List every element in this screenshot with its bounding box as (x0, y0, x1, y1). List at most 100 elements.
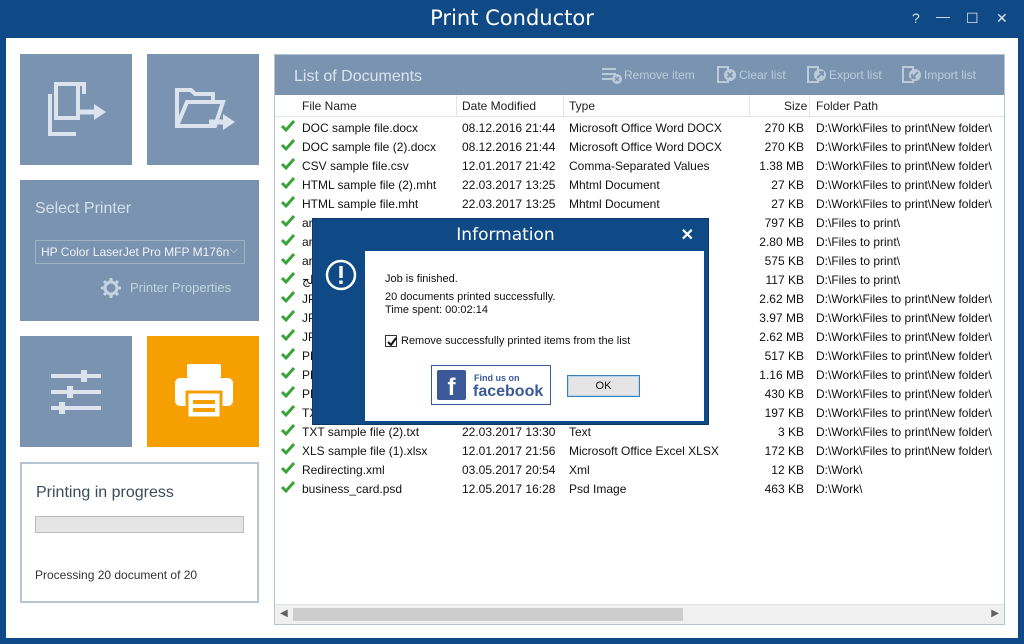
success-check-icon (281, 234, 295, 247)
horizontal-scrollbar[interactable]: ◀ ▶ (275, 604, 1004, 624)
success-check-icon (281, 139, 295, 152)
maximize-button[interactable]: ☐ (966, 10, 979, 26)
column-divider[interactable] (749, 95, 750, 117)
facebook-find-us-text: Find us on (474, 373, 520, 383)
cell-size: 797 KB (764, 216, 804, 230)
success-check-icon (281, 481, 295, 494)
cell-folder-path: D:\Work\Files to print\New folder\ (816, 349, 992, 363)
column-header-type[interactable]: Type (569, 99, 595, 113)
cell-file-name: DOC sample file (2).docx (302, 140, 437, 154)
cell-size: 1.16 MB (759, 368, 804, 382)
minimize-button[interactable]: — (936, 8, 950, 24)
success-check-icon (281, 253, 295, 266)
success-check-icon (281, 329, 295, 342)
facebook-logo-icon: f (437, 370, 466, 400)
success-check-icon (281, 348, 295, 361)
progress-bar (35, 516, 244, 533)
table-row[interactable]: Redirecting.xml 03.05.2017 20:54 Xml 12 KB D… (275, 460, 1004, 479)
column-divider[interactable] (809, 95, 810, 117)
cell-date-modified: 08.12.2016 21:44 (462, 140, 556, 154)
cell-folder-path: D:\Work\Files to print\New folder\ (816, 140, 992, 154)
import-list-label: Import list (924, 68, 977, 82)
column-divider[interactable] (563, 95, 564, 117)
cell-file-name: Redirecting.xml (302, 463, 385, 477)
cell-size: 27 KB (771, 178, 804, 192)
chevron-down-icon: ⌵ (229, 244, 238, 256)
table-row[interactable]: DOC sample file.docx 08.12.2016 21:44 Micr… (275, 118, 1004, 137)
facebook-wordmark: facebook (473, 383, 544, 400)
scroll-left-arrow-icon[interactable]: ◀ (280, 608, 288, 619)
printer-select[interactable]: HP Color LaserJet Pro MFP M176n ⌵ (35, 240, 245, 264)
cell-size: 3 KB (777, 425, 804, 439)
checkbox-box[interactable] (385, 335, 397, 348)
close-button[interactable]: ✕ (996, 10, 1008, 26)
remove-printed-checkbox[interactable]: Remove successfully printed items from t… (385, 335, 631, 348)
cell-folder-path: D:\Files to print\ (816, 235, 901, 249)
cell-date-modified: 22.03.2017 13:30 (462, 425, 556, 439)
cell-type: Microsoft Office Excel XLSX (569, 444, 719, 458)
column-header-name[interactable]: File Name (302, 99, 357, 113)
cell-file-name: HTML sample file (2).mht (302, 178, 437, 192)
column-header-path[interactable]: Folder Path (816, 99, 878, 113)
cell-folder-path: D:\Files to print\ (816, 273, 901, 287)
cell-size: 2.62 MB (759, 292, 804, 306)
printer-icon (175, 364, 233, 420)
success-check-icon (281, 158, 295, 171)
import-list-button[interactable]: Import list (902, 66, 976, 84)
start-printing-button[interactable] (147, 336, 259, 447)
clear-list-icon (717, 66, 736, 83)
facebook-button[interactable]: f Find us on facebook (431, 365, 551, 405)
column-header-size[interactable]: Size (784, 99, 807, 113)
printer-select-value: HP Color LaserJet Pro MFP M176n (41, 245, 230, 259)
add-folder-button[interactable] (147, 54, 259, 165)
column-header-date[interactable]: Date Modified (462, 99, 536, 113)
cell-size: 575 KB (764, 254, 804, 268)
checkbox-label: Remove successfully printed items from t… (401, 335, 631, 347)
clear-list-button[interactable]: Clear list (717, 66, 786, 84)
cell-type: Microsoft Office Word DOCX (569, 140, 722, 154)
success-check-icon (281, 405, 295, 418)
cell-folder-path: D:\Files to print\ (816, 216, 901, 230)
scroll-right-arrow-icon[interactable]: ▶ (991, 608, 999, 619)
progress-status: Processing 20 document of 20 (35, 568, 198, 582)
progress-title: Printing in progress (36, 484, 174, 501)
settings-button[interactable] (20, 336, 132, 447)
add-documents-button[interactable] (20, 54, 132, 165)
cell-size: 517 KB (764, 349, 804, 363)
cell-file-name: DOC sample file.docx (302, 121, 419, 135)
scrollbar-thumb[interactable] (293, 608, 683, 621)
success-check-icon (281, 196, 295, 209)
dialog-close-button[interactable]: ✕ (681, 225, 694, 245)
table-row[interactable]: XLS sample file (1).xlsx 12.01.2017 21:56… (275, 441, 1004, 460)
table-row[interactable]: CSV sample file.csv 12.01.2017 21:42 Comma… (275, 156, 1004, 175)
import-list-icon (902, 66, 921, 83)
success-check-icon (281, 310, 295, 323)
cell-size: 1.38 MB (759, 159, 804, 173)
help-button[interactable]: ? (912, 10, 920, 26)
dialog-body: Job is finished. 20 documents printed su… (365, 251, 704, 421)
cell-size: 197 KB (764, 406, 804, 420)
cell-type: Xml (569, 463, 590, 477)
cell-folder-path: D:\Work\Files to print\New folder\ (816, 330, 992, 344)
success-check-icon (281, 462, 295, 475)
cell-folder-path: D:\Work\Files to print\New folder\ (816, 387, 992, 401)
cell-size: 270 KB (764, 121, 804, 135)
table-header: File Name Date Modified Type Size Folder… (275, 95, 1004, 117)
table-row[interactable]: business_card.psd 12.05.2017 16:28 Psd Ima… (275, 479, 1004, 498)
table-row[interactable]: DOC sample file (2).docx 08.12.2016 21:44… (275, 137, 1004, 156)
cell-date-modified: 03.05.2017 20:54 (462, 463, 556, 477)
cell-folder-path: D:\Work\Files to print\New folder\ (816, 311, 992, 325)
success-check-icon (281, 291, 295, 304)
ok-button[interactable]: OK (567, 375, 640, 397)
success-check-icon (281, 272, 295, 285)
export-list-icon (807, 66, 826, 83)
table-row[interactable]: HTML sample file.mht 22.03.2017 13:25 Mhtm… (275, 194, 1004, 213)
column-divider[interactable] (456, 95, 457, 117)
table-row[interactable]: HTML sample file (2).mht 22.03.2017 13:25… (275, 175, 1004, 194)
remove-item-button[interactable]: Remove item (602, 66, 695, 84)
cell-date-modified: 12.01.2017 21:42 (462, 159, 556, 173)
success-check-icon (281, 443, 295, 456)
cell-size: 270 KB (764, 140, 804, 154)
settings-sliders-icon (51, 370, 101, 414)
export-list-button[interactable]: Export list (807, 66, 882, 84)
